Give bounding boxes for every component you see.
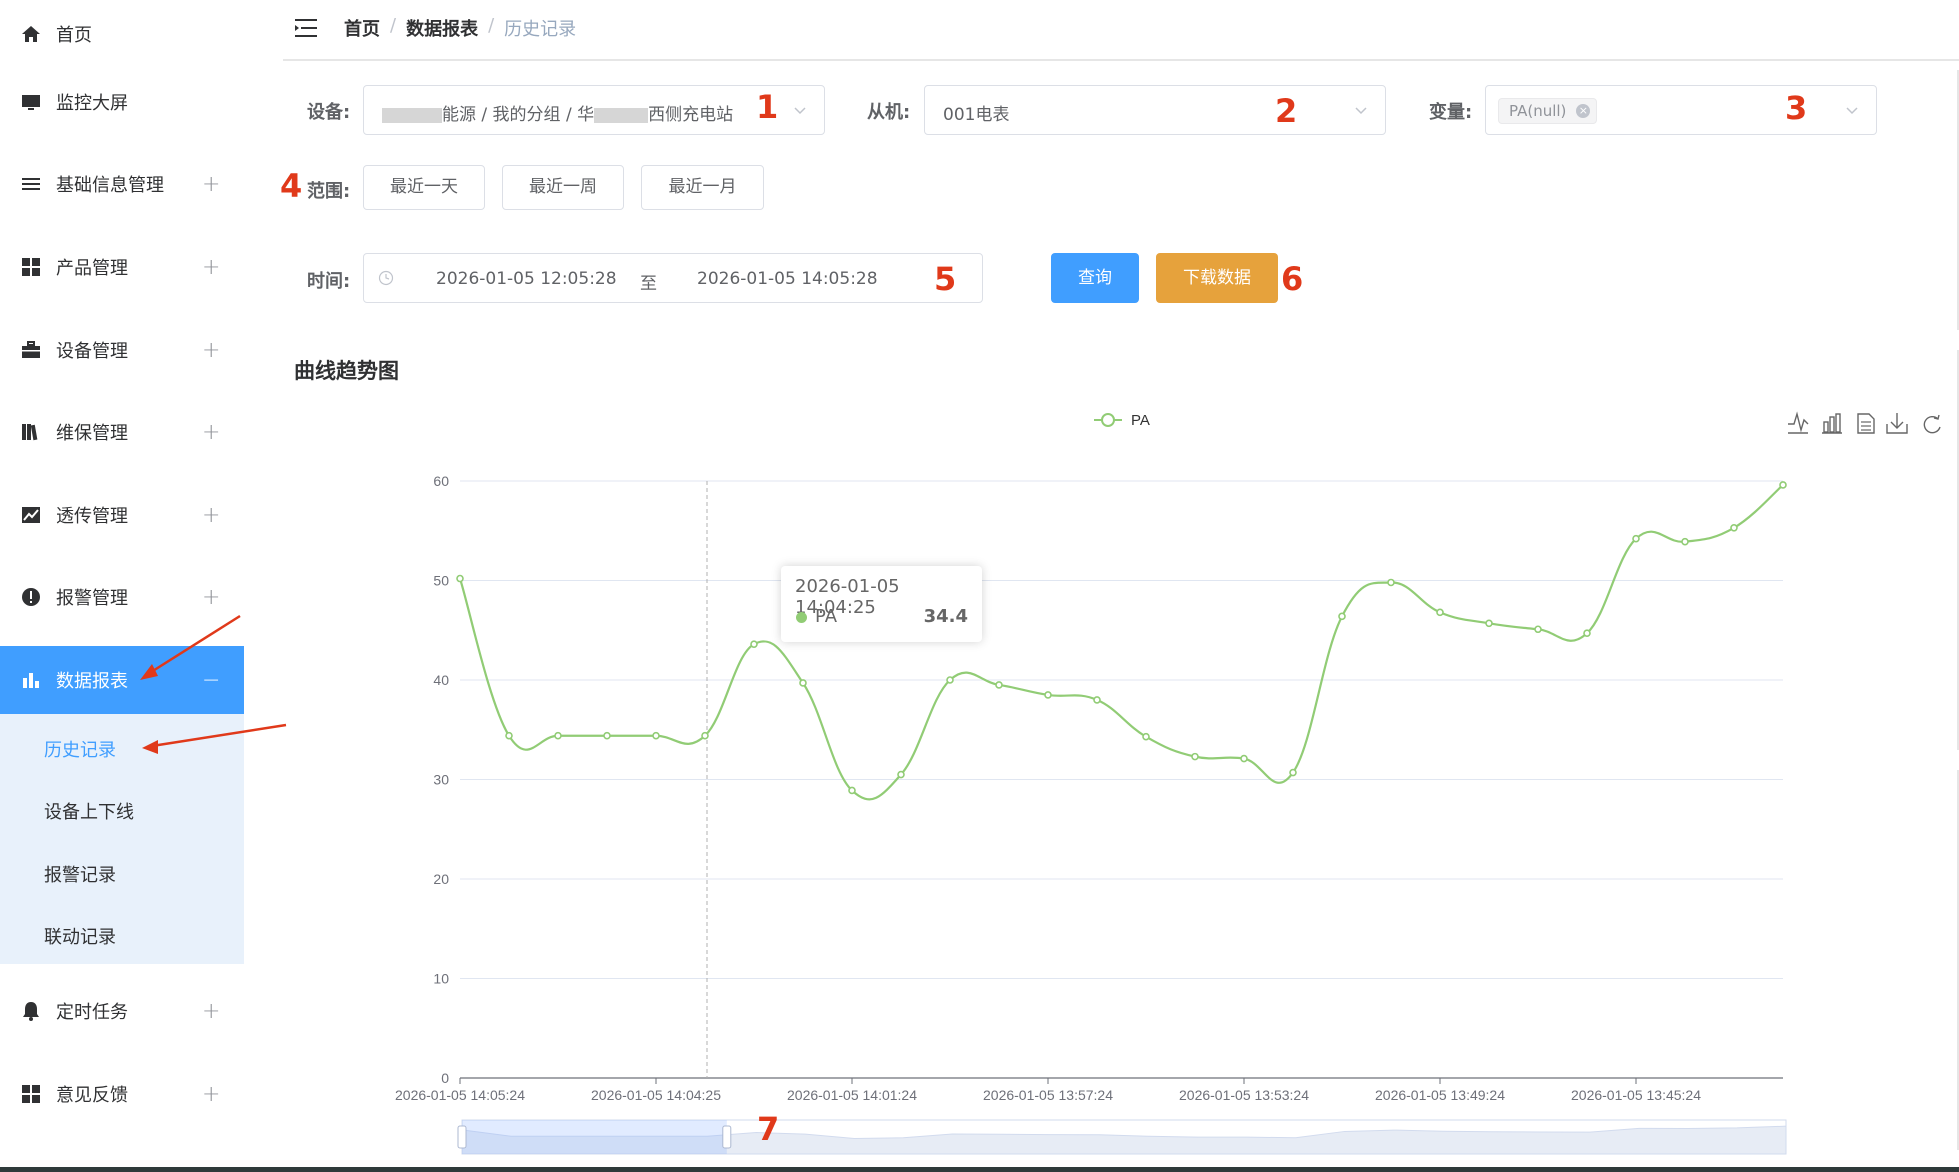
x-tick-label: 2026-01-05 14:04:25 — [591, 1087, 721, 1103]
data-point[interactable] — [603, 731, 611, 740]
data-point[interactable] — [1191, 752, 1199, 761]
chart-tooltip: 2026-01-05 14:04:25 PA 34.4 — [781, 566, 982, 642]
x-tick-label: 2026-01-05 13:57:24 — [983, 1087, 1113, 1103]
data-point[interactable] — [848, 786, 856, 795]
x-tick-label: 2026-01-05 13:49:24 — [1375, 1087, 1505, 1103]
legend-marker — [1101, 413, 1115, 427]
data-point[interactable] — [1338, 612, 1346, 621]
tooltip-series-dot — [796, 612, 807, 623]
data-point[interactable] — [1240, 754, 1248, 763]
zoom-selection[interactable] — [462, 1120, 727, 1154]
bottom-edge — [0, 1167, 1959, 1172]
chart-series — [456, 481, 1787, 801]
y-tick-label: 10 — [433, 971, 449, 987]
app-root: 历史记录 设备上下线 报警记录 联动记录 首页 监控大屏 基础信息管理 + 产品… — [0, 0, 1959, 1172]
data-zoom-slider[interactable] — [457, 1119, 1787, 1155]
y-tick-label: 40 — [433, 672, 449, 688]
data-point[interactable] — [799, 679, 807, 687]
data-point[interactable] — [1632, 534, 1640, 543]
data-point[interactable] — [1779, 481, 1787, 489]
right-edge-scroll — [1957, 70, 1959, 1150]
data-point[interactable] — [995, 681, 1003, 689]
data-point[interactable] — [456, 574, 464, 583]
legend-label-pa[interactable]: PA — [1131, 412, 1150, 429]
zoom-handle-start[interactable] — [457, 1125, 467, 1149]
chart-axes: 0 10 20 30 40 50 60 2026-01-05 14:05:24 2026-01-… — [395, 473, 1783, 1103]
download-icon[interactable] — [1886, 413, 1908, 434]
chart-legend[interactable]: PA — [1094, 412, 1150, 429]
data-point[interactable] — [1583, 629, 1591, 638]
data-point[interactable] — [1142, 732, 1150, 741]
data-view-icon[interactable] — [1857, 413, 1875, 434]
y-tick-label: 30 — [433, 772, 449, 788]
series-line-pa — [458, 484, 1784, 801]
data-point[interactable] — [1289, 768, 1297, 777]
line-chart-icon[interactable] — [1788, 411, 1809, 434]
data-point[interactable] — [652, 731, 660, 740]
x-tick-label: 2026-01-05 14:05:24 — [395, 1087, 525, 1103]
chart-toolbox — [1788, 411, 1941, 434]
chart-grid — [460, 480, 1783, 979]
data-point[interactable] — [897, 770, 905, 779]
data-point[interactable] — [1436, 608, 1444, 617]
data-point[interactable] — [701, 731, 709, 740]
bar-chart-icon[interactable] — [1822, 413, 1842, 434]
data-point[interactable] — [1093, 696, 1101, 704]
annotation-number: 7 — [757, 1110, 780, 1148]
data-point[interactable] — [946, 676, 954, 684]
data-point[interactable] — [750, 640, 758, 648]
data-point[interactable] — [1681, 537, 1689, 546]
y-tick-label: 20 — [433, 871, 449, 887]
y-tick-label: 0 — [441, 1070, 449, 1086]
data-point[interactable] — [1387, 578, 1395, 587]
tooltip-value: 34.4 — [923, 606, 968, 627]
data-point[interactable] — [1534, 625, 1542, 634]
x-tick-label: 2026-01-05 13:45:24 — [1571, 1087, 1701, 1103]
data-point[interactable] — [1730, 523, 1738, 532]
data-point[interactable] — [505, 731, 513, 740]
tooltip-series-name: PA — [815, 606, 838, 627]
data-point[interactable] — [1044, 691, 1052, 699]
y-tick-label: 50 — [433, 573, 449, 589]
x-tick-label: 2026-01-05 13:53:24 — [1179, 1087, 1309, 1103]
data-point[interactable] — [554, 731, 562, 740]
y-tick-label: 60 — [433, 473, 449, 489]
zoom-handle-end[interactable] — [722, 1125, 732, 1149]
x-tick-label: 2026-01-05 14:01:24 — [787, 1087, 917, 1103]
data-point[interactable] — [1485, 619, 1493, 628]
refresh-icon[interactable] — [1923, 414, 1941, 434]
